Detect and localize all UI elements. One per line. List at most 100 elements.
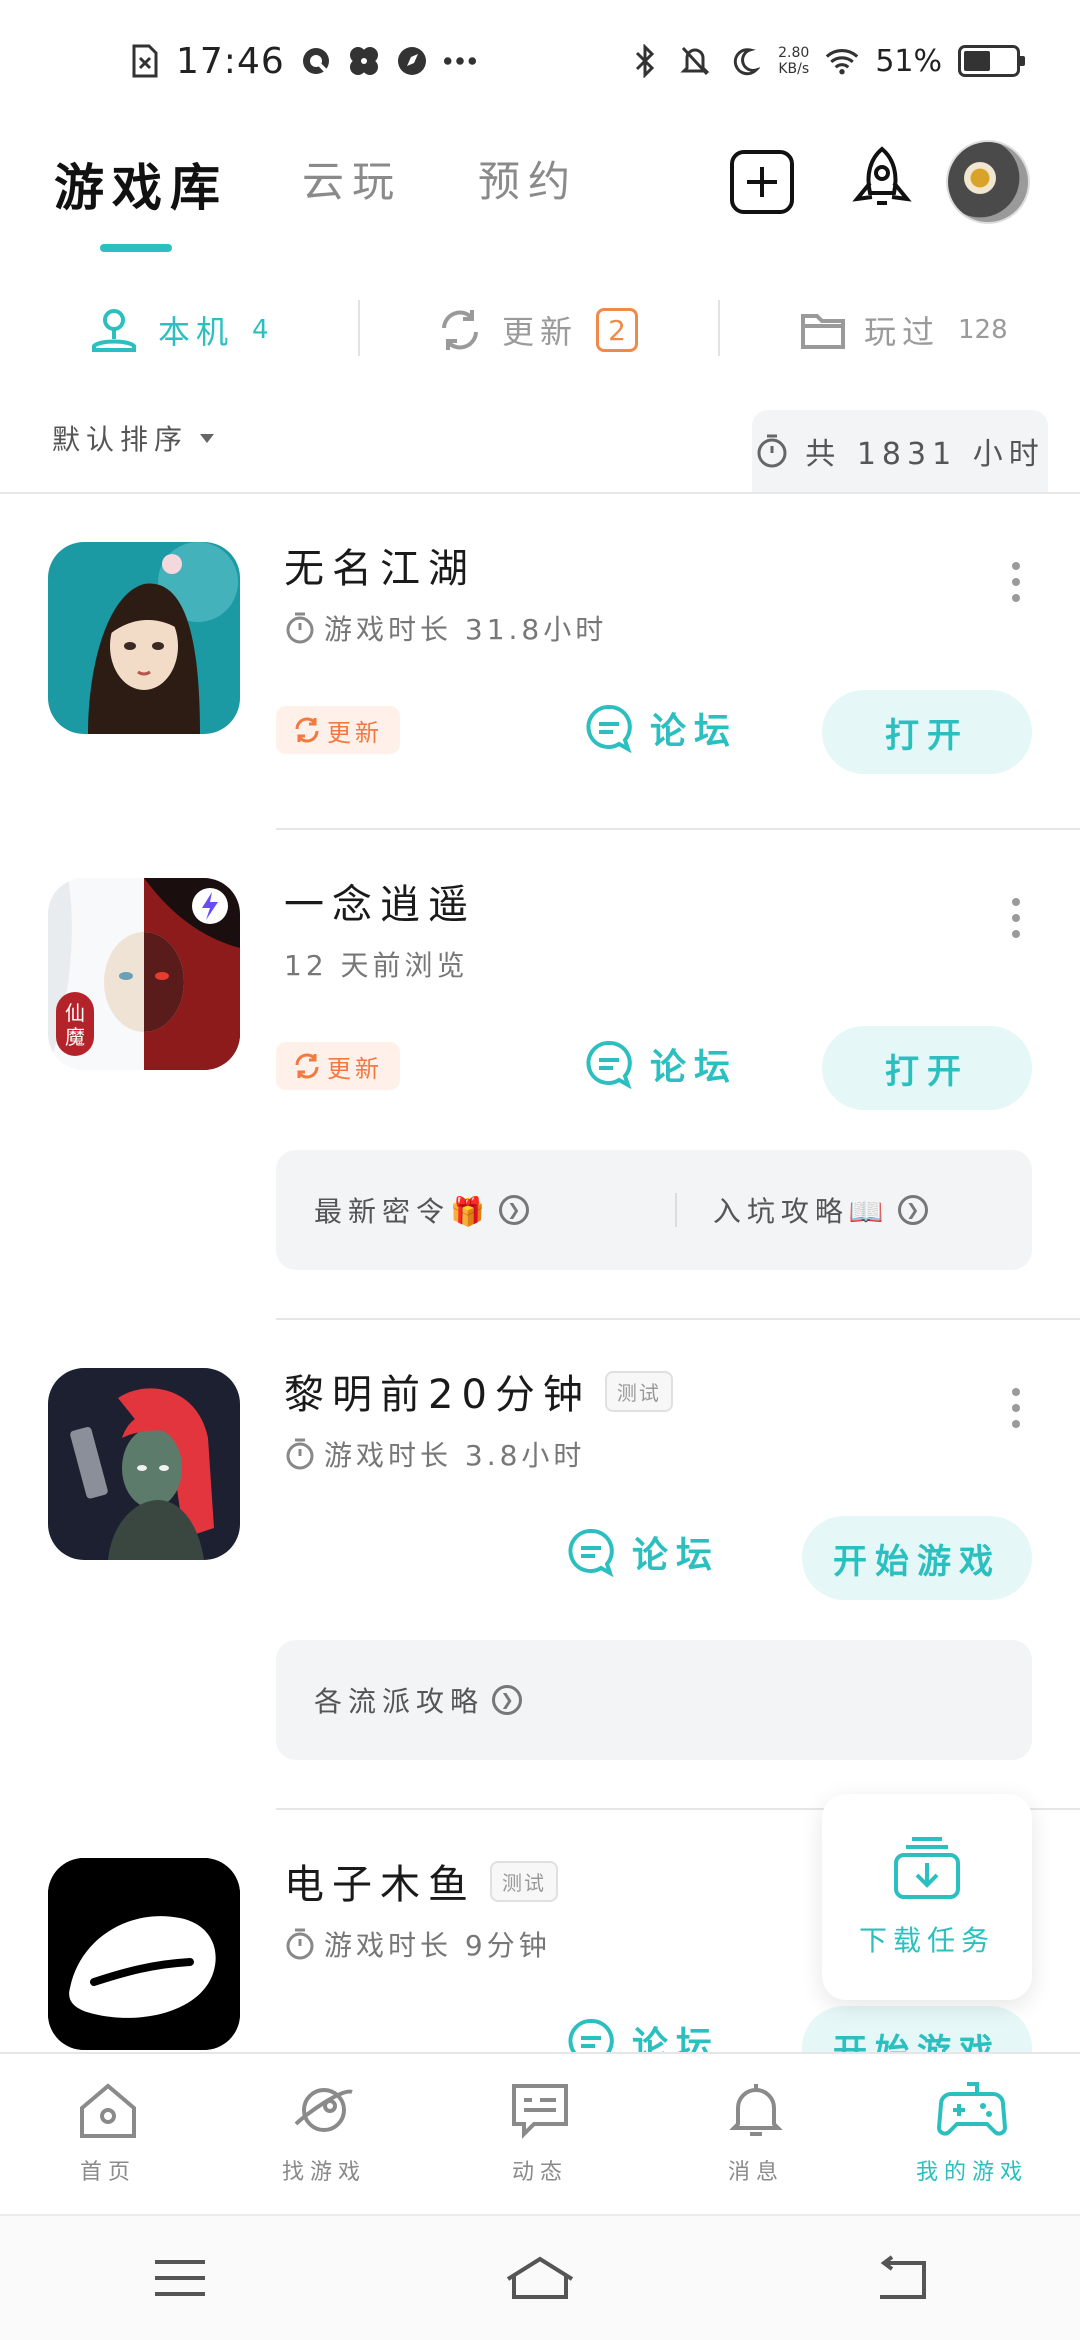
add-button[interactable]: [726, 146, 798, 218]
nav-messages-label: 消息: [727, 2160, 784, 2185]
game-title-text: 无名江湖: [284, 546, 476, 592]
moon-icon: [728, 44, 762, 78]
latest-code-link[interactable]: 最新密令🎁 ❯: [314, 1190, 529, 1230]
game-subtitle: 游戏时长 9分钟: [284, 1924, 551, 1964]
forum-button-label: 论坛: [632, 1535, 721, 1576]
nav-home-label: 首页: [79, 2160, 136, 2185]
sim-off-icon: [128, 44, 162, 78]
nav-feed-label: 动态: [511, 2160, 568, 2185]
more-options-button[interactable]: [1006, 562, 1026, 602]
filter-local-count: 4: [252, 315, 269, 345]
forum-button[interactable]: 论坛: [584, 702, 738, 754]
game-playtime: 游戏时长 31.8小时: [324, 613, 608, 646]
game-card[interactable]: 黎明前20分钟 测试 游戏时长 3.8小时 论坛 开始游戏 各流派攻略 ❯: [0, 1320, 1080, 1810]
game-card[interactable]: 无名江湖 游戏时长 31.8小时 更新 论坛 打开: [0, 494, 1080, 834]
wifi-icon: [825, 44, 859, 78]
open-game-button[interactable]: 打开: [822, 690, 1032, 774]
nav-home[interactable]: 首页: [0, 2054, 216, 2212]
game-title-text: 一念逍遥: [284, 882, 476, 928]
filter-divider: [358, 300, 360, 356]
tab-cloud-play[interactable]: 云玩: [302, 148, 402, 209]
bluetooth-icon: [628, 44, 662, 78]
nav-find-games[interactable]: 找游戏: [216, 2054, 432, 2212]
forum-button[interactable]: 论坛: [566, 2016, 720, 2052]
update-tag[interactable]: 更新: [276, 706, 400, 754]
bell-icon: [729, 2084, 783, 2136]
forum-chat-icon: [568, 2018, 614, 2052]
more-options-button[interactable]: [1006, 1388, 1026, 1428]
test-tag: 测试: [604, 1370, 673, 1412]
tab-game-library[interactable]: 游戏库: [54, 148, 228, 220]
chevron-right-icon: ❯: [492, 1685, 523, 1715]
filter-played[interactable]: 玩过 128: [800, 280, 1008, 380]
faction-guide-label: 各流派攻略: [314, 1685, 485, 1718]
forum-button-label: 论坛: [632, 2025, 721, 2052]
refresh-icon: [295, 717, 319, 743]
bottom-navigation: 首页 找游戏 动态 消息 我的游戏: [0, 2052, 1080, 2212]
game-card[interactable]: 仙 魔 一念逍遥 12 天前浏览 更新 论坛 打开 最新密令🎁 ❯ 入坑攻略📖 …: [0, 830, 1080, 1320]
filter-local-label: 本机: [158, 313, 235, 351]
nav-messages[interactable]: 消息: [648, 2054, 864, 2212]
back-button[interactable]: [860, 2238, 940, 2318]
filter-played-count: 128: [958, 315, 1008, 345]
rocket-icon: [852, 146, 912, 205]
home-outline-icon: [506, 2256, 574, 2299]
start-game-button[interactable]: 开始游戏: [802, 2006, 1032, 2052]
game-title: 一念逍遥: [284, 872, 476, 930]
game-title: 黎明前20分钟 测试: [284, 1362, 673, 1420]
system-navigation-bar: [0, 2214, 1080, 2340]
game-subtitle: 游戏时长 31.8小时: [284, 608, 607, 648]
update-tag-label: 更新: [327, 718, 383, 747]
stopwatch-icon: [757, 434, 787, 468]
chevron-right-icon: ❯: [897, 1195, 928, 1225]
game-icon-20-minutes[interactable]: [48, 1368, 240, 1560]
beginner-guide-link[interactable]: 入坑攻略📖 ❯: [713, 1190, 928, 1230]
status-bar: 17:46 2.80 KB/s 51%: [0, 0, 1080, 120]
download-tasks-button[interactable]: 下载任务: [822, 1794, 1032, 2000]
game-subtitle: 游戏时长 3.8小时: [284, 1434, 585, 1474]
update-tag[interactable]: 更新: [276, 1042, 400, 1090]
home-system-button[interactable]: [500, 2238, 580, 2318]
status-time: 17:46: [176, 40, 285, 82]
forum-button[interactable]: 论坛: [566, 1526, 720, 1578]
mute-bell-icon: [678, 44, 712, 78]
back-arrow-icon: [880, 2255, 926, 2299]
game-icon-wuming[interactable]: [48, 542, 240, 734]
latest-code-label: 最新密令🎁: [314, 1195, 491, 1228]
start-game-button[interactable]: 开始游戏: [802, 1516, 1032, 1600]
battery-icon: [958, 45, 1025, 77]
nav-my-games[interactable]: 我的游戏: [864, 2054, 1080, 2212]
filter-played-label: 玩过: [864, 313, 941, 351]
forum-button[interactable]: 论坛: [584, 1038, 738, 1090]
filter-divider: [718, 300, 720, 356]
more-options-button[interactable]: [1006, 898, 1026, 938]
download-tray-icon: [894, 1837, 960, 1899]
battery-fill: [964, 51, 990, 71]
recent-apps-button[interactable]: [140, 2238, 220, 2318]
sort-dropdown[interactable]: 默认排序: [52, 418, 216, 458]
filter-updates[interactable]: 更新 2: [436, 280, 639, 380]
active-tab-indicator: [100, 244, 172, 252]
refresh-icon: [442, 310, 478, 350]
game-icon-yinian[interactable]: 仙 魔: [48, 878, 240, 1070]
tab-reservations[interactable]: 预约: [478, 148, 578, 209]
game-playtime: 游戏时长 9分钟: [324, 1929, 551, 1962]
pinwheel-icon: [347, 44, 381, 78]
sort-row: 默认排序 共 1831 小时: [0, 410, 1080, 492]
filter-local[interactable]: 本机 4: [88, 280, 269, 380]
stopwatch-icon: [286, 1928, 314, 1960]
nav-my-games-label: 我的游戏: [915, 2160, 1028, 2185]
forum-chat-icon: [568, 1528, 614, 1577]
game-title: 无名江湖: [284, 536, 476, 594]
rocket-boost-button[interactable]: [846, 146, 918, 218]
updates-count-badge: 2: [596, 308, 639, 352]
home-icon: [80, 2083, 136, 2138]
network-speed-value: 2.80: [778, 45, 810, 61]
nav-feed[interactable]: 动态: [432, 2054, 648, 2212]
faction-guide-link[interactable]: 各流派攻略 ❯: [314, 1680, 523, 1720]
user-avatar[interactable]: [946, 140, 1030, 224]
game-icon-wooden-fish[interactable]: [48, 1858, 240, 2050]
gamepad-icon: [937, 2082, 1007, 2136]
open-game-button[interactable]: 打开: [822, 1026, 1032, 1110]
network-speed-unit: KB/s: [778, 61, 810, 77]
